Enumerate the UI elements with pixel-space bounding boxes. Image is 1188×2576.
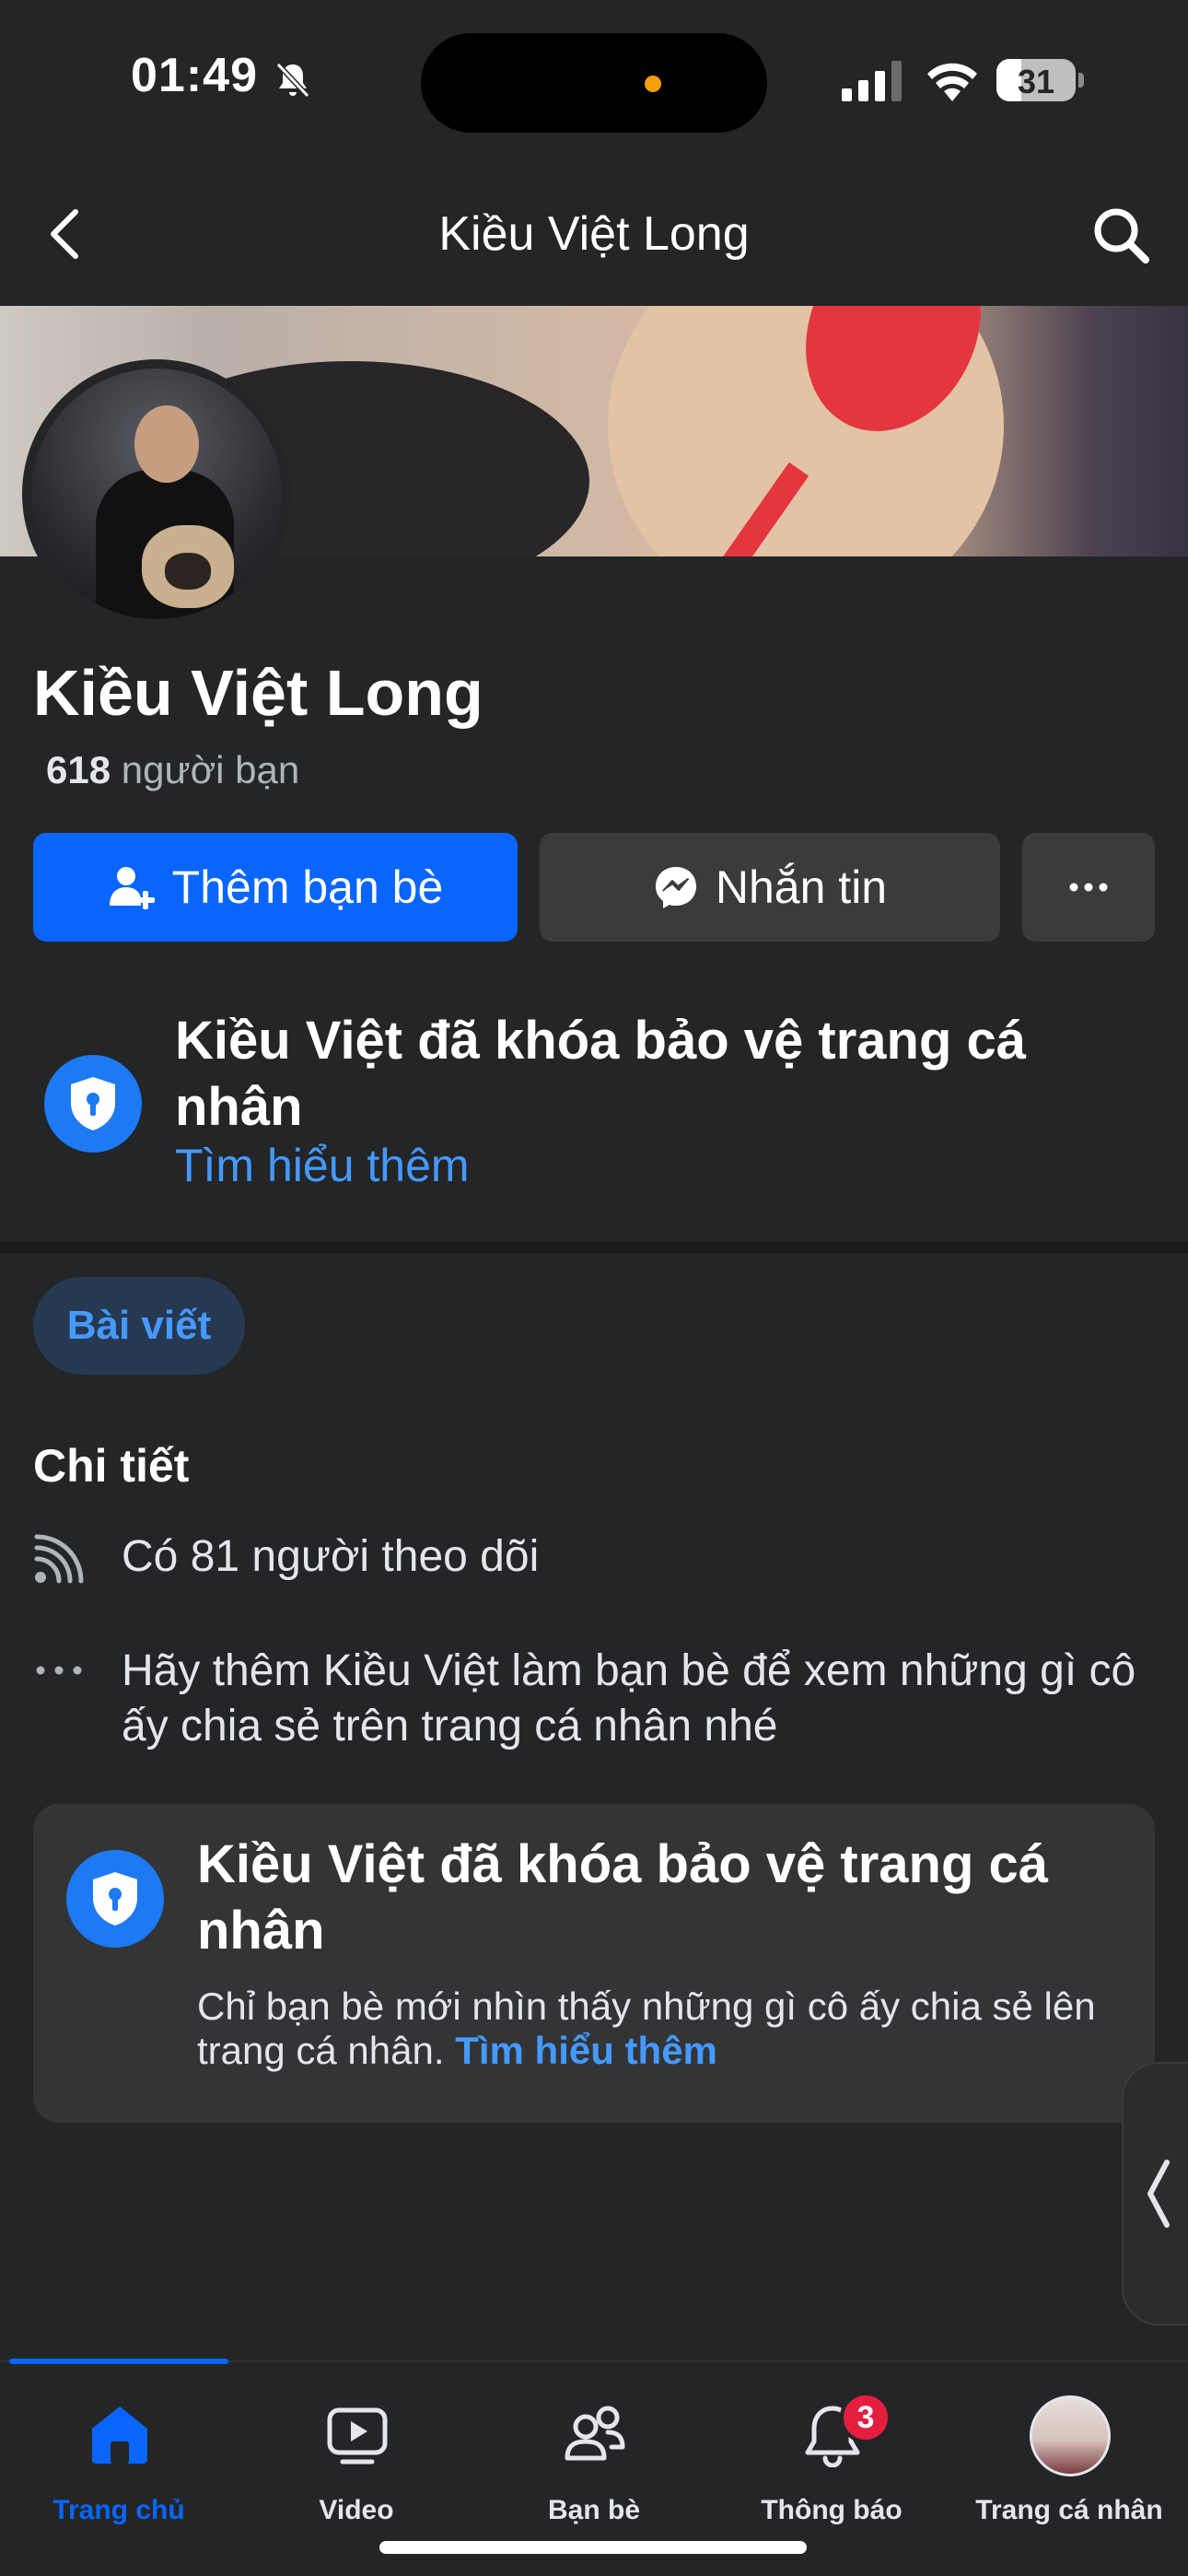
tab-posts[interactable]: Bài viết bbox=[33, 1277, 245, 1375]
navigation-bar: Kiều Việt Long bbox=[0, 175, 1188, 295]
message-button[interactable]: Nhắn tin bbox=[540, 833, 1000, 942]
battery-indicator: 31 bbox=[996, 59, 1085, 101]
tab-friends[interactable]: Bạn bè bbox=[475, 2392, 713, 2530]
add-person-icon bbox=[109, 867, 155, 909]
shield-lock-icon bbox=[44, 1055, 142, 1153]
wifi-icon bbox=[927, 63, 977, 101]
add-friend-label: Thêm bạn bè bbox=[171, 861, 444, 913]
friends-icon bbox=[565, 2406, 625, 2461]
status-time: 01:49 bbox=[131, 49, 258, 102]
privacy-indicator-dot bbox=[645, 76, 661, 92]
messenger-icon bbox=[655, 867, 696, 908]
add-friend-button[interactable]: Thêm bạn bè bbox=[33, 833, 518, 942]
tab-video[interactable]: Video bbox=[238, 2392, 475, 2530]
tab-home[interactable]: Trang chủ bbox=[0, 2392, 238, 2530]
tab-video-label: Video bbox=[319, 2495, 394, 2525]
locked-profile-notice: Kiều Việt đã khóa bảo vệ trang cá nhân T… bbox=[0, 995, 1188, 1235]
message-label: Nhắn tin bbox=[715, 861, 888, 913]
locked-profile-card: Kiều Việt đã khóa bảo vệ trang cá nhân C… bbox=[33, 1804, 1155, 2123]
side-drawer-handle[interactable] bbox=[1122, 2062, 1188, 2325]
tab-friends-label: Bạn bè bbox=[547, 2495, 641, 2525]
section-divider bbox=[0, 1242, 1188, 1253]
cellular-signal-icon bbox=[842, 61, 902, 101]
more-options-button[interactable] bbox=[1022, 833, 1155, 942]
tab-profile-label: Trang cá nhân bbox=[975, 2495, 1163, 2525]
bell-muted-icon bbox=[275, 62, 310, 99]
user-avatar bbox=[1030, 2395, 1111, 2476]
more-dots-icon bbox=[1069, 883, 1108, 892]
battery-level: 31 bbox=[1017, 63, 1055, 100]
home-indicator bbox=[379, 2541, 807, 2554]
tab-notifications-label: Thông báo bbox=[761, 2495, 903, 2525]
profile-avatar[interactable] bbox=[22, 359, 291, 628]
followers-text: Có 81 người theo dõi bbox=[122, 1532, 540, 1581]
profile-name: Kiều Việt Long bbox=[33, 657, 483, 729]
locked-profile-title: Kiều Việt đã khóa bảo vệ trang cá nhân bbox=[175, 1011, 1027, 1137]
tab-notifications[interactable]: 3 Thông báo bbox=[713, 2392, 950, 2530]
search-icon[interactable] bbox=[1090, 205, 1151, 265]
locked-card-title: Kiều Việt đã khóa bảo vệ trang cá nhân bbox=[197, 1834, 1049, 1961]
active-tab-indicator bbox=[9, 2359, 228, 2364]
chevron-left-icon bbox=[1147, 2160, 1170, 2228]
details-heading: Chi tiết bbox=[33, 1440, 190, 1492]
status-bar: 01:49 31 bbox=[0, 0, 1188, 157]
shield-lock-icon bbox=[66, 1850, 164, 1948]
friends-count[interactable]: 618 người bạn bbox=[46, 748, 299, 792]
more-dots-icon bbox=[36, 1666, 82, 1675]
video-icon bbox=[327, 2407, 388, 2465]
locked-card-description: Chỉ bạn bè mới nhìn thấy những gì cô ấy … bbox=[197, 1985, 1127, 2073]
rss-feed-icon bbox=[34, 1534, 84, 1584]
tab-home-label: Trang chủ bbox=[52, 2495, 185, 2525]
dynamic-island bbox=[421, 33, 767, 133]
page-title: Kiều Việt Long bbox=[438, 207, 750, 261]
home-icon bbox=[92, 2406, 147, 2464]
friends-count-number: 618 bbox=[46, 748, 111, 791]
notification-badge: 3 bbox=[840, 2392, 891, 2443]
tab-profile[interactable]: Trang cá nhân bbox=[950, 2392, 1188, 2530]
add-friend-hint-text: Hãy thêm Kiều Việt làm bạn bè để xem nhữ… bbox=[122, 1646, 1136, 1751]
learn-more-link[interactable]: Tìm hiểu thêm bbox=[455, 2029, 717, 2072]
friends-count-label: người bạn bbox=[121, 748, 300, 791]
learn-more-link[interactable]: Tìm hiểu thêm bbox=[175, 1139, 470, 1192]
